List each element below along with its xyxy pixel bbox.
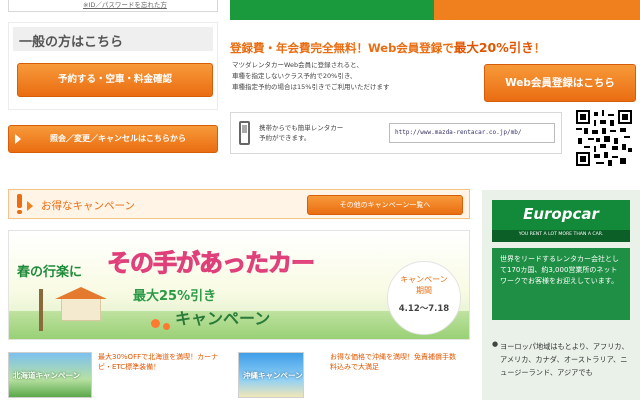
member-headline-prefix: 登録費・年会費完全無料！Web会員登録で xyxy=(230,41,454,55)
general-title-bar: 一般の方はこちら xyxy=(13,27,213,51)
europcar-tagline: YOU RENT A LOT MORE THAN A CAR. xyxy=(518,232,604,237)
member-text-line2: 車種を指定しないクラス予約で20%引き、 xyxy=(232,72,357,80)
campaign-header: お得なキャンペーン その他のキャンペーン一覧へ xyxy=(8,189,470,219)
europcar-description: 世界をリードするレンタカー会社として170カ国、約3,000営業所のネットワーク… xyxy=(500,255,619,285)
promo-thumb-hokkaido: 北海道キャンペーン xyxy=(8,352,92,398)
member-text: マツダレンタカーWeb会員に登録されると、 車種を指定しないクラス予約で20%引… xyxy=(232,60,389,93)
banner-roof xyxy=(55,287,107,299)
campaign-period: 4.12～7.18 xyxy=(398,304,450,314)
mobile-text: 携帯からでも簡単レンタカー 予約ができます。 xyxy=(259,123,343,143)
promo-thumb-label: 沖縄キャンペーン xyxy=(243,371,303,380)
flower-icon xyxy=(151,319,160,328)
flower-icon-2 xyxy=(163,323,170,330)
mobile-url-field[interactable]: http://www.mazda-rentacar.co.jp/mb/ xyxy=(389,123,555,143)
promo-thumb-label: 北海道キャンペーン xyxy=(13,371,81,380)
banner-discount-text: 最大25%引き xyxy=(133,289,217,304)
exclamation-icon xyxy=(17,194,22,214)
europcar-logo-text: Europcar xyxy=(523,205,599,223)
europcar-regions: ● ヨーロッパ地域はもとより、アフリカ、アメリカ、カナダ、オーストラリア、ニュー… xyxy=(490,338,636,400)
mobile-phone-icon xyxy=(239,121,250,145)
europcar-regions-text: ヨーロッパ地域はもとより、アフリカ、アメリカ、カナダ、オーストラリア、ニュージー… xyxy=(500,342,629,377)
promo-thumb-okinawa: 沖縄キャンペーン xyxy=(238,352,304,398)
banner-house xyxy=(61,297,101,321)
member-register-button[interactable]: Web会員登録はこちら xyxy=(484,64,636,102)
inquiry-button-label: 照会／変更／キャンセルはこちらから xyxy=(50,134,186,143)
mobile-url: http://www.mazda-rentacar.co.jp/mb/ xyxy=(395,129,522,136)
general-title: 一般の方はこちら xyxy=(19,35,124,50)
qr-code-image xyxy=(576,110,632,166)
campaign-banner[interactable]: 春の行楽に その手があったカー 最大25%引き キャンペーン キャンペーン 期間… xyxy=(8,230,470,340)
reserve-button[interactable]: 予約する・空車・料金確認 xyxy=(17,63,213,97)
campaign-list-label: その他のキャンペーン一覧へ xyxy=(339,201,431,209)
promo-text-hokkaido: 最大30%OFFで北海道を満喫！カーナビ・ETC標準装備！ xyxy=(98,353,219,371)
period-label-1: キャンペーン xyxy=(400,275,448,284)
forgot-password-link[interactable]: ※ID／パスワードを忘れた方 xyxy=(83,0,167,9)
period-label-2: 期間 xyxy=(416,286,432,295)
member-headline: 登録費・年会費完全無料！Web会員登録で最大20%引き！ xyxy=(230,37,545,56)
mobile-text-line1: 携帯からでも簡単レンタカー xyxy=(259,124,344,132)
member-headline-highlight: 最大20%引き xyxy=(453,40,534,55)
member-headline-suffix: ！ xyxy=(533,41,546,55)
login-box: ※ID／パスワードを忘れた方 xyxy=(8,0,218,12)
banner-spring-text: 春の行楽に xyxy=(17,265,83,280)
promo-text-okinawa: お得な価格で沖縄を満喫！免責補償手数料込みで大満足 xyxy=(330,353,456,371)
europcar-logo[interactable]: Europcar YOU RENT A LOT MORE THAN A CAR. xyxy=(492,200,630,242)
banner-sign-post xyxy=(39,289,43,331)
banner-main-text: その手があったカー xyxy=(107,249,316,278)
campaign-list-button[interactable]: その他のキャンペーン一覧へ xyxy=(307,195,463,215)
mobile-panel: 携帯からでも簡単レンタカー 予約ができます。 http://www.mazda-… xyxy=(230,112,562,154)
campaign-title: お得なキャンペーン xyxy=(41,200,135,212)
member-text-line3: 車種指定予約の場合は15%引きでご利用いただけます xyxy=(232,83,390,91)
top-green-bar xyxy=(230,0,434,20)
chevron-right-icon xyxy=(27,201,33,211)
mobile-text-line2: 予約ができます。 xyxy=(259,134,311,142)
bullet-icon: ● xyxy=(492,340,499,348)
campaign-period-badge: キャンペーン 期間 4.12～7.18 xyxy=(387,261,461,335)
reserve-button-label: 予約する・空車・料金確認 xyxy=(57,74,172,85)
arrow-right-icon xyxy=(15,134,21,144)
promo-okinawa[interactable]: 沖縄キャンペーン お得な価格で沖縄を満喫！免責補償手数料込みで大満足 xyxy=(238,350,458,400)
inquiry-button[interactable]: 照会／変更／キャンセルはこちらから xyxy=(8,125,218,153)
banner-sub-text: キャンペーン xyxy=(175,309,271,328)
member-text-line1: マツダレンタカーWeb会員に登録されると、 xyxy=(232,61,363,69)
general-user-panel: 一般の方はこちら 予約する・空車・料金確認 xyxy=(8,22,218,110)
top-orange-bar xyxy=(434,0,640,20)
promo-hokkaido[interactable]: 北海道キャンペーン 最大30%OFFで北海道を満喫！カーナビ・ETC標準装備！ xyxy=(8,350,228,400)
member-register-label: Web会員登録はこちら xyxy=(505,77,615,89)
europcar-info-box: 世界をリードするレンタカー会社として170カ国、約3,000営業所のネットワーク… xyxy=(492,248,630,320)
